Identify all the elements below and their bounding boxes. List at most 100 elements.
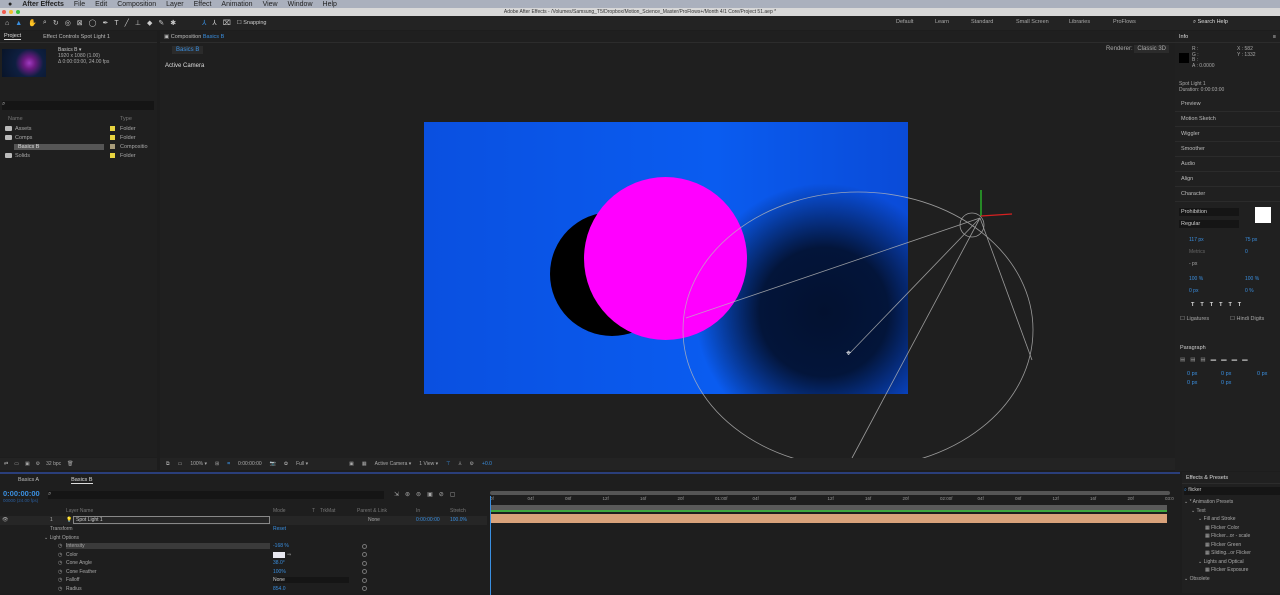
col-trkmat[interactable]: TrkMat xyxy=(320,508,335,514)
timeline-timecode[interactable]: 0:00:00:00 xyxy=(3,489,40,498)
panel-audio[interactable]: Audio xyxy=(1175,157,1280,172)
panel-wiggler[interactable]: Wiggler xyxy=(1175,127,1280,142)
stopwatch-icon[interactable]: ◷ xyxy=(58,586,62,592)
transform-group[interactable]: Transform Reset xyxy=(0,525,487,534)
tree-folder[interactable]: ⌄ Text xyxy=(1191,508,1206,514)
preset-item[interactable]: ▦ Flicker Color xyxy=(1205,525,1239,531)
indent-right-field[interactable]: 0 px xyxy=(1257,371,1267,377)
tab-basics-a[interactable]: Basics A xyxy=(18,477,39,483)
exposure-value[interactable]: +0.0 xyxy=(482,461,492,467)
tree-folder[interactable]: ⌄ Lights and Optical xyxy=(1198,559,1244,565)
property-row[interactable]: ◷ Intensity -168 % xyxy=(0,542,487,551)
grid-icon[interactable]: ⊞ xyxy=(215,461,219,467)
light-options-group[interactable]: ⌄ Light Options xyxy=(0,534,487,543)
magnification-dropdown[interactable]: 100% ▾ xyxy=(190,461,207,467)
col-in[interactable]: In xyxy=(416,508,420,514)
monitor-icon[interactable]: ▭ xyxy=(178,461,183,467)
stopwatch-icon[interactable]: ◷ xyxy=(58,552,62,558)
property-row[interactable]: ◷ Radius 854.0 xyxy=(0,585,487,594)
layer-in[interactable]: 0:00:00:00 xyxy=(416,517,440,523)
col-mode[interactable]: Mode xyxy=(273,508,286,514)
draft3d-icon[interactable]: ⊤ xyxy=(446,461,450,467)
visibility-icon[interactable]: 👁 xyxy=(2,517,8,523)
time-navigator[interactable] xyxy=(490,491,1170,495)
stopwatch-icon[interactable]: ◷ xyxy=(58,569,62,575)
tsume-field[interactable]: 0 % xyxy=(1245,285,1254,298)
panel-motion-sketch[interactable]: Motion Sketch xyxy=(1175,112,1280,127)
property-value[interactable]: 854.0 xyxy=(273,586,286,592)
view-dropdown[interactable]: Active Camera ▾ xyxy=(375,461,412,467)
property-row[interactable]: ◷ Cone Feather 100% xyxy=(0,568,487,577)
preset-item[interactable]: ▦ Flicker...or - scale xyxy=(1205,533,1250,539)
ligatures-checkbox[interactable]: ☐ Ligatures xyxy=(1180,316,1209,322)
channel-icon[interactable]: ✿ xyxy=(284,461,288,467)
stopwatch-icon[interactable]: ◷ xyxy=(58,560,62,566)
text-style-buttons[interactable]: TTTTTT xyxy=(1191,302,1247,308)
transparency-icon[interactable]: ▦ xyxy=(362,461,367,467)
time-ruler[interactable]: 0f 04f 08f 12f 16f 20f 01:00f 04f 08f 12f 16f 20f 02… xyxy=(490,496,1174,505)
reset-exposure-icon[interactable]: ⚙ xyxy=(470,461,474,467)
font-family-dropdown[interactable]: Prohibition xyxy=(1179,208,1239,216)
preset-item[interactable]: ▦ Flicker Green xyxy=(1205,542,1241,548)
property-value[interactable]: 100% xyxy=(273,569,286,575)
indent-first-field[interactable]: 0 px xyxy=(1221,371,1231,377)
property-row[interactable]: ◷ Color ⇒ xyxy=(0,551,487,560)
always-preview-icon[interactable]: ⧉ xyxy=(166,461,170,467)
falloff-dropdown[interactable]: None xyxy=(273,577,349,584)
pickwhip-icon[interactable] xyxy=(362,552,367,558)
preset-item[interactable]: ▦ Flicker Exposure xyxy=(1205,567,1248,573)
panel-smoother[interactable]: Smoother xyxy=(1175,142,1280,157)
snapshot-icon[interactable]: 📷 xyxy=(270,461,276,467)
mask-icon[interactable]: ⌗ xyxy=(227,461,230,467)
flowchart-icon[interactable]: ⅄ xyxy=(458,461,461,467)
indent-left-field[interactable]: 0 px xyxy=(1187,371,1197,377)
layer-row[interactable]: 👁 1 💡 Spot Light 1 None 0:00:00:00 100.0… xyxy=(0,516,487,525)
reset-link[interactable]: Reset xyxy=(273,526,286,532)
pickwhip-icon[interactable] xyxy=(362,586,367,592)
current-time[interactable]: 0:00:00:00 xyxy=(238,461,262,467)
layer-duration-bar[interactable] xyxy=(491,514,1167,523)
pickwhip-icon[interactable] xyxy=(362,577,367,583)
preset-item[interactable]: ▦ Sliding...or Flicker xyxy=(1205,550,1251,556)
resolution-dropdown[interactable]: Full ▾ xyxy=(296,461,341,467)
baseline-shift-field[interactable]: 0 px xyxy=(1189,285,1198,298)
property-row[interactable]: ◷ Falloff None xyxy=(0,576,487,585)
space-after-field[interactable]: 0 px xyxy=(1221,380,1231,386)
layer-name-input[interactable]: Spot Light 1 xyxy=(73,516,270,525)
color-swatch[interactable] xyxy=(273,551,285,558)
pickwhip-icon[interactable] xyxy=(362,569,367,575)
parent-dropdown[interactable]: None xyxy=(368,517,380,523)
timeline-switches[interactable]: ⇲⊛⊜▣⊘▢ xyxy=(394,491,461,498)
stopwatch-icon[interactable]: ◷ xyxy=(58,577,62,583)
stopwatch-icon[interactable]: ◷ xyxy=(58,543,62,549)
tab-basics-b[interactable]: Basics B xyxy=(71,477,93,484)
layout-dropdown[interactable]: 1 View ▾ xyxy=(419,461,438,467)
col-layer-name[interactable]: Layer Name xyxy=(66,508,93,514)
panel-menu-icon[interactable]: ≡ xyxy=(1273,34,1276,40)
font-style-dropdown[interactable]: Regular xyxy=(1179,220,1239,228)
stroke-width-field[interactable]: - px xyxy=(1189,258,1197,271)
fill-color-swatch[interactable] xyxy=(1255,207,1271,223)
layer-stretch[interactable]: 100.0% xyxy=(450,517,467,523)
panel-preview[interactable]: Preview xyxy=(1175,97,1280,112)
alignment-buttons[interactable]: ▤▤▤▬▬▬▬ xyxy=(1180,357,1253,363)
col-parent[interactable]: Parent & Link xyxy=(357,508,387,514)
pickwhip-icon[interactable] xyxy=(362,543,367,549)
col-stretch[interactable]: Stretch xyxy=(450,508,466,514)
tree-folder[interactable]: ⌄ Fill and Stroke xyxy=(1198,516,1236,522)
space-before-field[interactable]: 0 px xyxy=(1187,380,1197,386)
property-value[interactable]: -168 % xyxy=(273,543,289,549)
tree-folder[interactable]: ⌄ Obsolete xyxy=(1184,576,1210,582)
pickwhip-icon[interactable] xyxy=(362,560,367,566)
paragraph-title: Paragraph xyxy=(1180,345,1206,351)
effects-search-input[interactable]: ⌕ flicker xyxy=(1184,487,1280,495)
region-icon[interactable]: ▣ xyxy=(349,461,354,467)
playhead[interactable] xyxy=(490,496,491,595)
property-row[interactable]: ◷ Cone Angle 38.0° xyxy=(0,559,487,568)
timeline-search-input[interactable]: ⌕ xyxy=(48,491,384,499)
property-value[interactable]: 38.0° xyxy=(273,560,285,566)
tree-folder[interactable]: ⌄ * Animation Presets xyxy=(1184,499,1233,505)
panel-align[interactable]: Align xyxy=(1175,172,1280,187)
eyedropper-icon[interactable]: ⇒ xyxy=(287,552,291,558)
hindi-digits-checkbox[interactable]: ☐ Hindi Digits xyxy=(1230,316,1264,322)
